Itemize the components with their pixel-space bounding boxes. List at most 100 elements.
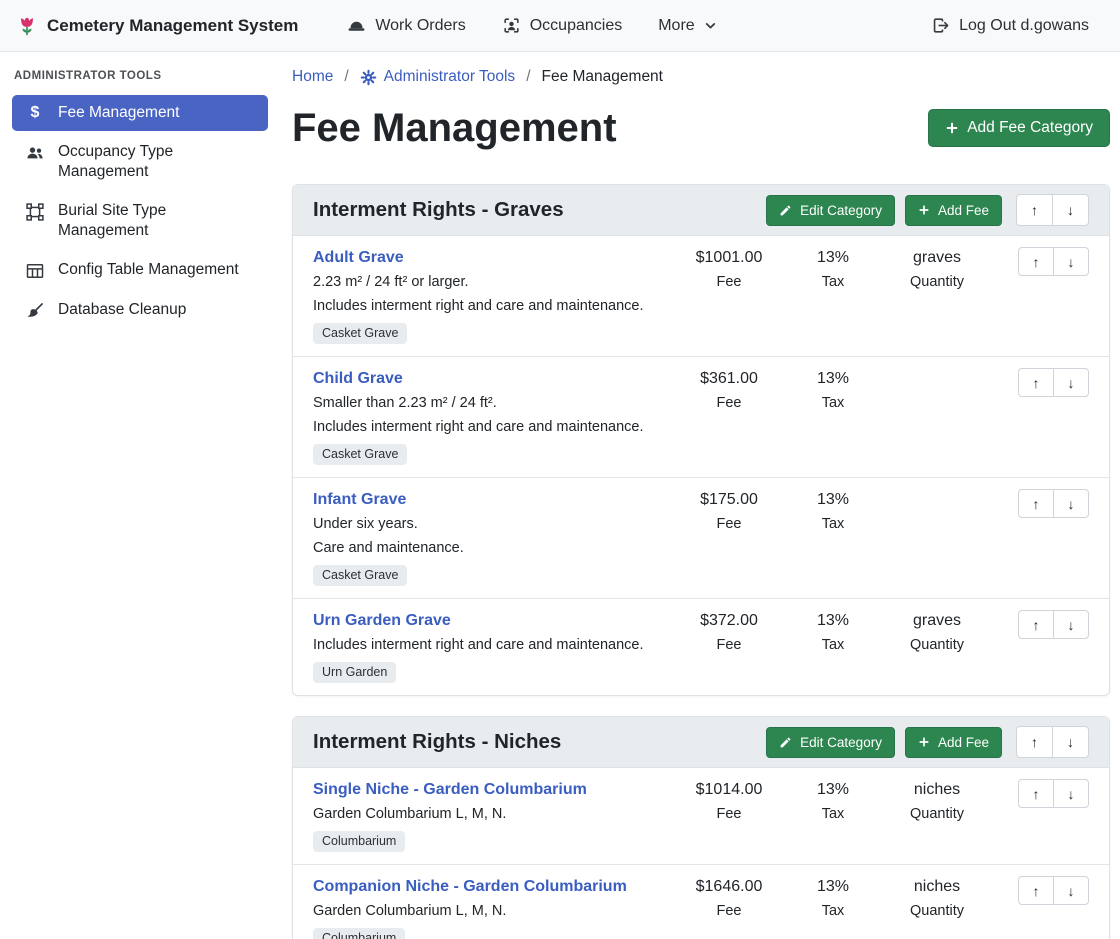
move-fee-down-button[interactable]: ↓ bbox=[1053, 489, 1089, 518]
fee-amount: $175.00 bbox=[677, 489, 781, 510]
fee-quantity-label: Quantity bbox=[885, 636, 989, 655]
fee-name-link[interactable]: Single Niche - Garden Columbarium bbox=[313, 779, 587, 800]
edit-category-label: Edit Category bbox=[800, 735, 882, 750]
fee-name-link[interactable]: Child Grave bbox=[313, 368, 403, 389]
fee-description: Includes interment right and care and ma… bbox=[313, 297, 671, 316]
fee-quantity-label: Quantity bbox=[885, 273, 989, 292]
fee-name-link[interactable]: Companion Niche - Garden Columbarium bbox=[313, 876, 627, 897]
fee-quantity-label: Quantity bbox=[885, 902, 989, 921]
fee-row: Urn Garden Grave Includes interment righ… bbox=[293, 598, 1109, 695]
breadcrumb-admin-tools-label: Administrator Tools bbox=[384, 68, 516, 86]
fee-name-link[interactable]: Urn Garden Grave bbox=[313, 610, 451, 631]
move-fee-down-button[interactable]: ↓ bbox=[1053, 876, 1089, 905]
move-fee-down-button[interactable]: ↓ bbox=[1053, 610, 1089, 639]
fee-quantity-label: Quantity bbox=[885, 805, 989, 824]
fee-amount-label: Fee bbox=[677, 273, 781, 292]
fee-quantity-column: niches Quantity bbox=[885, 876, 989, 939]
move-fee-down-button[interactable]: ↓ bbox=[1053, 779, 1089, 808]
logout-label: Log Out d.gowans bbox=[959, 17, 1089, 35]
fee-quantity-column: graves Quantity bbox=[885, 247, 989, 344]
nav-more[interactable]: More bbox=[643, 9, 731, 43]
fee-amount-label: Fee bbox=[677, 636, 781, 655]
sidebar-item-label: Fee Management bbox=[58, 103, 180, 123]
fee-tax-label: Tax bbox=[781, 636, 885, 655]
nav-work-orders-label: Work Orders bbox=[375, 17, 465, 35]
table-icon bbox=[24, 261, 46, 281]
fee-tax-label: Tax bbox=[781, 394, 885, 413]
fee-quantity-column: niches Quantity bbox=[885, 779, 989, 852]
edit-category-button[interactable]: Edit Category bbox=[766, 195, 895, 226]
plus-icon bbox=[918, 204, 930, 216]
fee-amount-column: $175.00 Fee bbox=[677, 489, 781, 586]
brand-title: Cemetery Management System bbox=[47, 16, 298, 36]
fee-amount: $1001.00 bbox=[677, 247, 781, 268]
breadcrumb-admin-tools-link[interactable]: Administrator Tools bbox=[360, 68, 516, 86]
pencil-icon bbox=[779, 736, 792, 749]
fee-amount-column: $1001.00 Fee bbox=[677, 247, 781, 344]
sidebar-item-label: Burial Site Type Management bbox=[58, 201, 256, 241]
fee-amount-label: Fee bbox=[677, 394, 781, 413]
move-category-down-button[interactable]: ↓ bbox=[1052, 726, 1089, 758]
tulip-logo-icon bbox=[16, 15, 38, 37]
sidebar-item-occupancy-type[interactable]: Occupancy Type Management bbox=[12, 134, 268, 190]
edit-category-button[interactable]: Edit Category bbox=[766, 727, 895, 758]
fee-amount-column: $361.00 Fee bbox=[677, 368, 781, 465]
move-category-down-button[interactable]: ↓ bbox=[1052, 194, 1089, 226]
brand-link[interactable]: Cemetery Management System bbox=[16, 15, 298, 37]
add-fee-category-button[interactable]: Add Fee Category bbox=[928, 109, 1110, 147]
fee-tax-column: 13% Tax bbox=[781, 368, 885, 465]
fee-tax-column: 13% Tax bbox=[781, 779, 885, 852]
nav-occupancies-label: Occupancies bbox=[530, 17, 623, 35]
add-fee-button[interactable]: Add Fee bbox=[905, 727, 1002, 758]
move-fee-down-button[interactable]: ↓ bbox=[1053, 368, 1089, 397]
fee-quantity: graves bbox=[885, 610, 989, 631]
fee-description: Includes interment right and care and ma… bbox=[313, 636, 671, 655]
app-window: Cemetery Management System Work Orders bbox=[0, 0, 1120, 939]
move-fee-up-button[interactable]: ↑ bbox=[1018, 779, 1054, 808]
hard-hat-icon bbox=[347, 16, 366, 35]
sidebar-item-config-table[interactable]: Config Table Management bbox=[12, 252, 268, 289]
nav-occupancies[interactable]: Occupancies bbox=[487, 8, 638, 43]
add-fee-button[interactable]: Add Fee bbox=[905, 195, 1002, 226]
category-title: Interment Rights - Niches bbox=[313, 730, 756, 754]
move-fee-up-button[interactable]: ↑ bbox=[1018, 610, 1054, 639]
sidebar-item-burial-site-type[interactable]: Burial Site Type Management bbox=[12, 193, 268, 249]
fee-name-link[interactable]: Infant Grave bbox=[313, 489, 406, 510]
chevron-down-icon bbox=[704, 19, 717, 32]
move-category-up-button[interactable]: ↑ bbox=[1016, 194, 1053, 226]
move-fee-up-button[interactable]: ↑ bbox=[1018, 489, 1054, 518]
fee-quantity: graves bbox=[885, 247, 989, 268]
breadcrumb-separator: / bbox=[344, 68, 348, 86]
fee-tag: Urn Garden bbox=[313, 662, 396, 683]
fee-row: Companion Niche - Garden Columbarium Gar… bbox=[293, 864, 1109, 939]
fee-name-link[interactable]: Adult Grave bbox=[313, 247, 404, 268]
logout-link[interactable]: Log Out d.gowans bbox=[916, 8, 1104, 43]
add-fee-label: Add Fee bbox=[938, 735, 989, 750]
fee-tax: 13% bbox=[781, 610, 885, 631]
move-fee-down-button[interactable]: ↓ bbox=[1053, 247, 1089, 276]
fee-quantity-column: graves Quantity bbox=[885, 610, 989, 683]
fee-amount-column: $1014.00 Fee bbox=[677, 779, 781, 852]
sidebar-item-database-cleanup[interactable]: Database Cleanup bbox=[12, 292, 268, 329]
fee-description: 2.23 m² / 24 ft² or larger. bbox=[313, 273, 671, 292]
add-fee-category-label: Add Fee Category bbox=[967, 119, 1093, 137]
fee-quantity-column bbox=[885, 489, 989, 586]
fee-reorder-group: ↑ ↓ bbox=[1003, 610, 1089, 683]
move-fee-up-button[interactable]: ↑ bbox=[1018, 247, 1054, 276]
fee-description: Smaller than 2.23 m² / 24 ft². bbox=[313, 394, 671, 413]
fee-description: Includes interment right and care and ma… bbox=[313, 418, 671, 437]
move-fee-up-button[interactable]: ↑ bbox=[1018, 876, 1054, 905]
fee-tax: 13% bbox=[781, 368, 885, 389]
category-header: Interment Rights - Niches Edit Category … bbox=[293, 717, 1109, 768]
nav-work-orders[interactable]: Work Orders bbox=[332, 8, 480, 43]
fee-quantity: niches bbox=[885, 779, 989, 800]
breadcrumb-home-link[interactable]: Home bbox=[292, 68, 333, 86]
fee-tax-column: 13% Tax bbox=[781, 610, 885, 683]
fee-description: Care and maintenance. bbox=[313, 539, 671, 558]
sidebar-item-fee-management[interactable]: $ Fee Management bbox=[12, 95, 268, 131]
fee-amount: $1646.00 bbox=[677, 876, 781, 897]
move-fee-up-button[interactable]: ↑ bbox=[1018, 368, 1054, 397]
move-category-up-button[interactable]: ↑ bbox=[1016, 726, 1053, 758]
fee-tag: Columbarium bbox=[313, 928, 405, 939]
fee-reorder-group: ↑ ↓ bbox=[1003, 489, 1089, 586]
